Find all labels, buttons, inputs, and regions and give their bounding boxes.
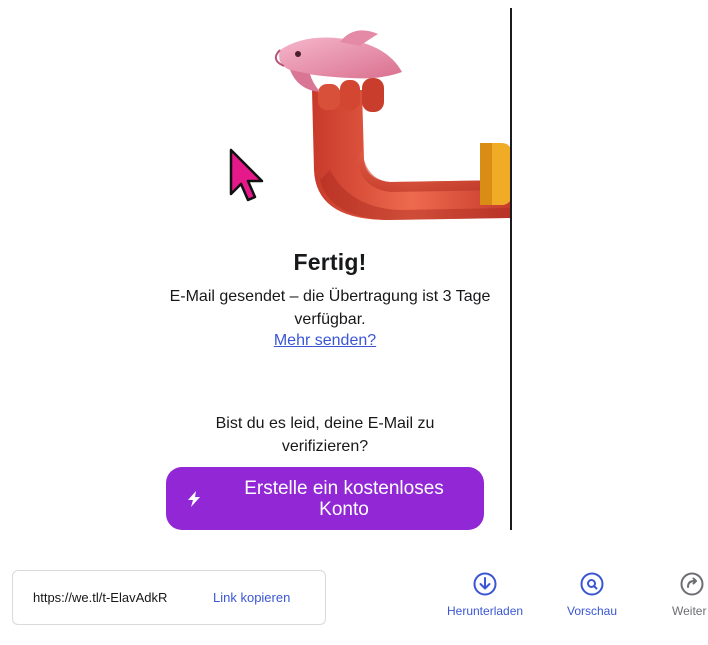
share-link-url[interactable]: https://we.tl/t-ElavAdkR (33, 590, 201, 605)
create-free-account-button[interactable]: Erstelle ein kostenloses Konto (166, 467, 484, 530)
share-link-box: https://we.tl/t-ElavAdkR Link kopieren (12, 570, 326, 625)
send-more-link[interactable]: Mehr senden? (0, 332, 511, 350)
download-button[interactable]: Herunterladen (447, 572, 523, 618)
forward-label: Weiter (672, 604, 707, 618)
forward-button[interactable]: Weiter (672, 572, 708, 618)
download-icon (473, 572, 497, 596)
verify-prompt-text: Bist du es leid, deine E-Mail zu verifiz… (215, 415, 435, 455)
done-title: Fertig! (293, 249, 367, 275)
download-label: Herunterladen (447, 604, 524, 618)
arm-holding-fish-illustration (274, 30, 511, 220)
transfer-complete-panel: Fertig! E-Mail gesendet – die Übertragun… (0, 0, 511, 530)
mouse-cursor-icon (229, 148, 264, 202)
transfer-status-message: E-Mail gesendet – die Übertragung ist 3 … (169, 288, 491, 328)
preview-label: Vorschau (567, 604, 618, 618)
preview-search-icon (580, 572, 604, 596)
forward-icon (680, 572, 704, 596)
copy-link-button[interactable]: Link kopieren (213, 590, 290, 605)
panel-divider (510, 8, 512, 530)
lightning-bolt-icon (166, 490, 222, 507)
create-account-label: Erstelle ein kostenloses Konto (244, 477, 444, 520)
preview-button[interactable]: Vorschau (567, 572, 617, 618)
